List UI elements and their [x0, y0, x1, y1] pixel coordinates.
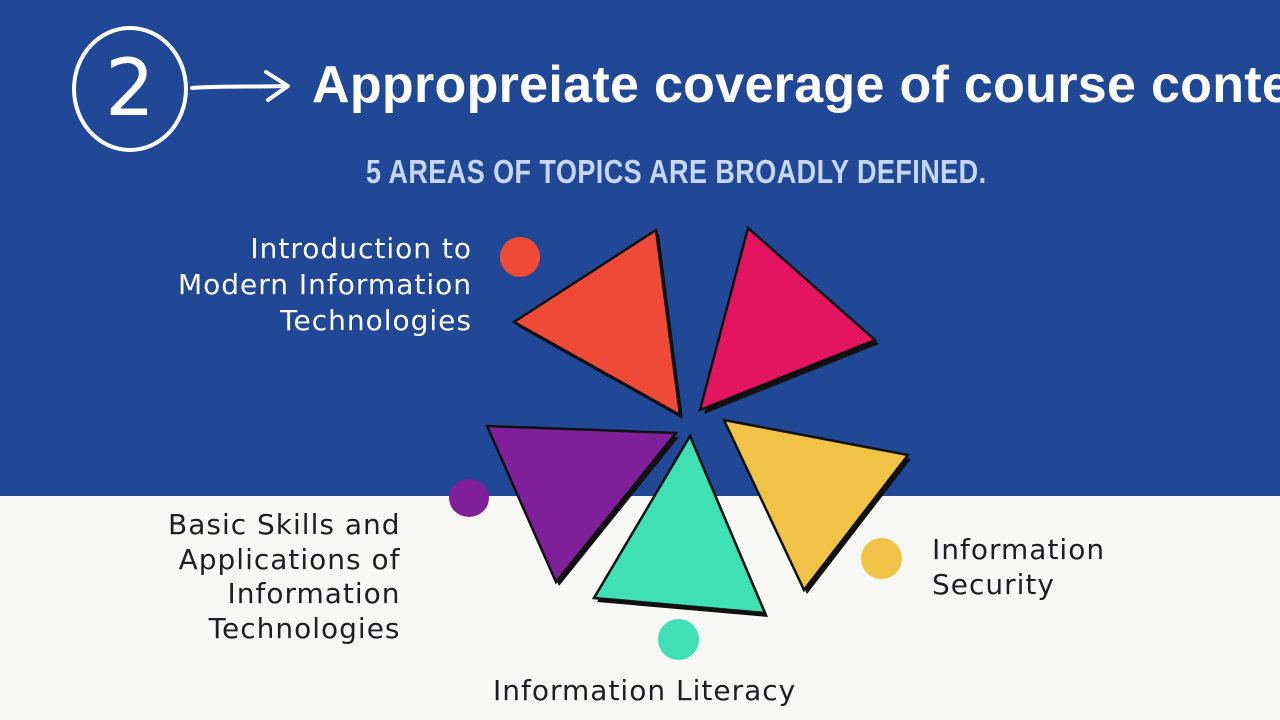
basic-dot-icon [449, 479, 489, 517]
literacy-dot-icon [658, 619, 699, 660]
security-dot-icon [861, 538, 902, 579]
topic-label-security: Information Security [932, 533, 1106, 601]
petal-unlabeled-pink [698, 225, 879, 414]
topic-label-basic: Basic Skills and Applications of Informa… [168, 508, 401, 645]
topic-label-intro: Introduction to Modern Information Techn… [177, 232, 472, 337]
topic-label-literacy: Information Literacy [493, 674, 797, 707]
slide: 2 Appropreiate coverage of course conten… [0, 0, 1280, 720]
intro-dot-icon [500, 237, 540, 277]
